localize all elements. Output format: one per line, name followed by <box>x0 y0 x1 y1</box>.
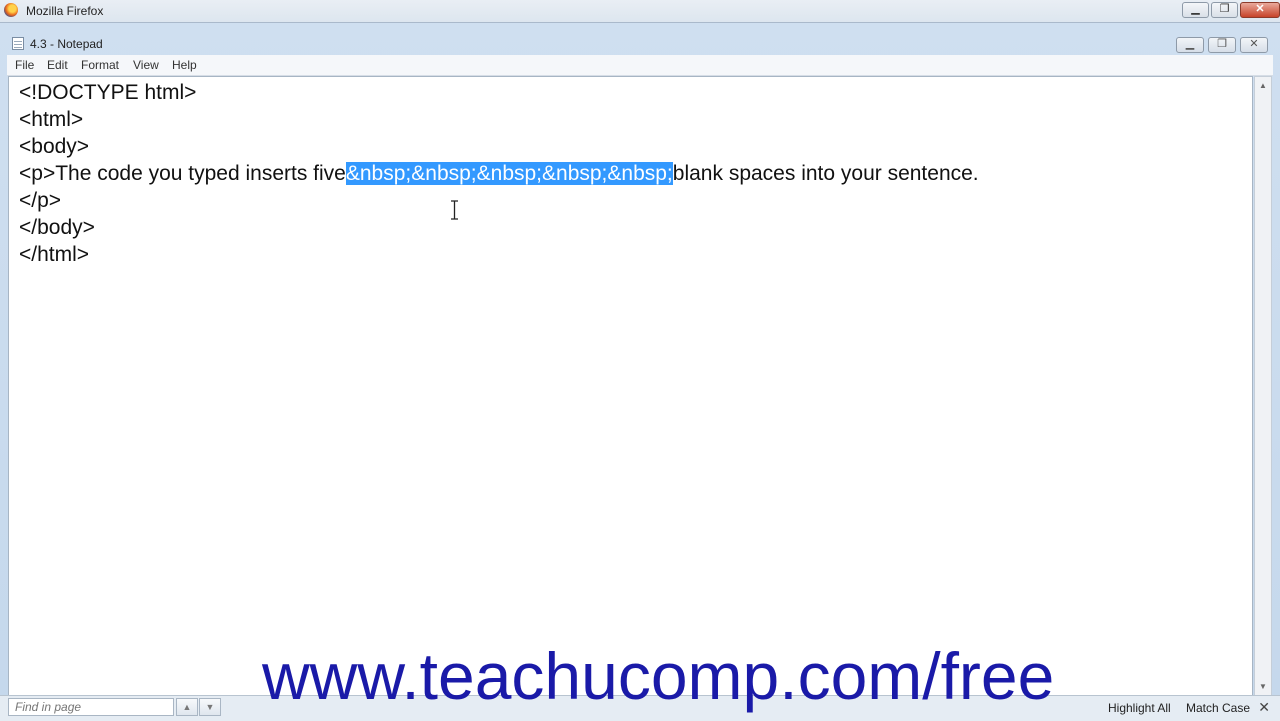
notepad-window-title: 4.3 - Notepad <box>30 37 103 51</box>
notepad-window: 4.3 - Notepad ▁ ❐ ✕ File Edit Format Vie… <box>0 22 1280 699</box>
minimize-icon: ▁ <box>1191 3 1200 15</box>
firefox-window-controls: ▁ ❐ ✕ <box>1182 2 1280 18</box>
scroll-down-icon[interactable]: ▼ <box>1255 682 1271 691</box>
notepad-minimize-button[interactable]: ▁ <box>1176 37 1204 53</box>
selected-text: &nbsp;&nbsp;&nbsp;&nbsp;&nbsp; <box>345 162 673 185</box>
menu-help[interactable]: Help <box>172 58 197 72</box>
line-4-text-after: blank spaces into your sentence. <box>672 162 979 185</box>
menu-view[interactable]: View <box>133 58 159 72</box>
chevron-up-icon: ▲ <box>182 702 192 712</box>
code-line-3: <body> <box>19 135 90 158</box>
firefox-titlebar: Mozilla Firefox ▁ ❐ ✕ <box>0 0 1280 22</box>
menu-edit[interactable]: Edit <box>47 58 68 72</box>
line-4-text-before: <p>The code you typed inserts five <box>19 162 346 185</box>
scroll-up-icon[interactable]: ▲ <box>1255 81 1271 90</box>
chevron-down-icon: ▼ <box>205 702 215 712</box>
notepad-close-button[interactable]: ✕ <box>1240 37 1268 53</box>
close-icon: ✕ <box>1255 3 1265 15</box>
find-input[interactable] <box>8 698 174 716</box>
firefox-minimize-button[interactable]: ▁ <box>1182 2 1209 18</box>
menu-format[interactable]: Format <box>81 58 119 72</box>
firefox-window-title: Mozilla Firefox <box>26 4 104 18</box>
find-next-button[interactable]: ▼ <box>199 698 221 716</box>
notepad-titlebar: 4.3 - Notepad ▁ ❐ ✕ <box>0 23 1280 55</box>
minimize-icon: ▁ <box>1185 38 1195 50</box>
menu-file[interactable]: File <box>15 58 34 72</box>
code-line-6: </body> <box>19 216 95 239</box>
notepad-window-controls: ▁ ❐ ✕ <box>1176 37 1268 53</box>
firefox-restore-button[interactable]: ❐ <box>1211 2 1238 18</box>
notepad-icon <box>12 37 24 50</box>
text-editor-area[interactable]: <!DOCTYPE html> <html> <body> <p>The cod… <box>8 76 1253 696</box>
vertical-scrollbar[interactable]: ▲ ▼ <box>1254 76 1272 696</box>
close-findbar-icon[interactable]: ✕ <box>1258 699 1270 716</box>
find-previous-button[interactable]: ▲ <box>176 698 198 716</box>
close-icon: ✕ <box>1249 38 1259 50</box>
notepad-menubar: File Edit Format View Help <box>7 55 1273 76</box>
match-case-checkbox[interactable]: Match Case <box>1186 701 1250 715</box>
restore-icon: ❐ <box>1217 38 1227 50</box>
code-line-7: </html> <box>19 243 90 266</box>
highlight-all-button[interactable]: Highlight All <box>1108 701 1171 715</box>
text-cursor-icon <box>451 200 458 220</box>
firefox-close-button[interactable]: ✕ <box>1240 2 1280 18</box>
firefox-logo-icon <box>4 3 18 17</box>
restore-icon: ❐ <box>1219 3 1230 15</box>
code-line-2: <html> <box>19 108 84 131</box>
code-line-4: <p>The code you typed inserts five&nbsp;… <box>19 160 979 187</box>
code-line-1: <!DOCTYPE html> <box>19 81 197 104</box>
code-line-5: </p> <box>19 189 62 212</box>
notepad-restore-button[interactable]: ❐ <box>1208 37 1236 53</box>
watermark-text: www.teachucomp.com/free <box>262 639 1055 713</box>
